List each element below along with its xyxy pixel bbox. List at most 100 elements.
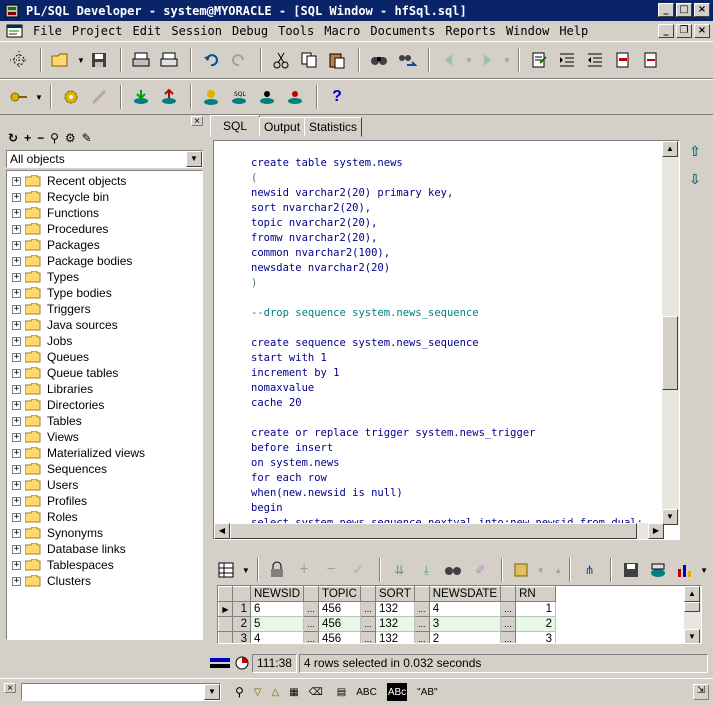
expand-icon[interactable]: + (12, 368, 21, 378)
expand-icon[interactable]: + (12, 192, 21, 202)
grid-vertical-scrollbar[interactable]: ▲ ▼ (684, 586, 701, 643)
column-header-sort[interactable]: SORT (375, 586, 415, 602)
print-preview-button[interactable] (156, 47, 182, 73)
key-icon[interactable] (6, 84, 32, 110)
chart-dropdown-icon[interactable]: ▼ (699, 566, 709, 575)
column-header-topic[interactable]: TOPIC (318, 586, 361, 602)
expand-icon[interactable]: + (12, 352, 21, 362)
execute-gear-icon[interactable] (58, 84, 84, 110)
expand-icon[interactable]: + (12, 304, 21, 314)
indent-icon[interactable] (554, 47, 580, 73)
row-indicator[interactable]: ▶ (218, 601, 233, 617)
tree-item[interactable]: + Directories (7, 397, 202, 413)
table-row[interactable]: 2 5... 456... 132... 3... 2 (218, 616, 557, 632)
expand-icon[interactable]: + (12, 240, 21, 250)
tab-sql[interactable]: SQL (210, 115, 261, 137)
add-icon[interactable]: + (24, 131, 31, 145)
cell-edit-button[interactable]: ... (413, 631, 430, 643)
findbar-options-icon[interactable]: ⇲ (693, 684, 709, 700)
row-indicator[interactable] (218, 631, 233, 643)
table-row[interactable]: ▶ 1 6... 456... 132... 4... 1 (218, 601, 557, 617)
expand-icon[interactable]: + (12, 336, 21, 346)
tree-item[interactable]: + Packages (7, 237, 202, 253)
close-button[interactable]: × (694, 3, 710, 17)
mdi-close-button[interactable]: × (694, 24, 710, 38)
mdi-restore-button[interactable]: ❐ (676, 24, 692, 38)
cell-sort[interactable]: 132 (375, 631, 415, 643)
tree-item[interactable]: + Materialized views (7, 445, 202, 461)
cell-edit-button[interactable]: ... (413, 601, 430, 617)
expand-icon[interactable]: + (12, 176, 21, 186)
find-input[interactable]: ▼ (21, 683, 221, 701)
tree-item[interactable]: + Package bodies (7, 253, 202, 269)
query-by-example-icon[interactable] (441, 557, 466, 583)
editor-vertical-scrollbar[interactable]: ▲ ▼ (662, 141, 679, 525)
arrow-up-icon[interactable]: ⇧ (686, 142, 704, 160)
menu-tools[interactable]: Tools (273, 24, 319, 38)
scroll-down-icon[interactable]: ▼ (662, 509, 678, 525)
find-previous-icon[interactable]: △ (272, 683, 280, 701)
scroll-up-icon[interactable]: ▲ (662, 141, 678, 157)
editor-hscroll-thumb[interactable] (230, 523, 637, 539)
sort-up-icon[interactable]: ▲ (554, 566, 564, 575)
tree-item[interactable]: + Jobs (7, 333, 202, 349)
unindent-icon[interactable] (582, 47, 608, 73)
database-target-icon[interactable] (282, 84, 308, 110)
table-row[interactable]: 3 4... 456... 132... 2... 3 (218, 631, 557, 643)
editor-horizontal-scrollbar[interactable]: ◀ ▶ (214, 523, 664, 539)
highlight-icon[interactable]: ▦ (289, 683, 298, 701)
filter-edit-icon[interactable]: ✎ (82, 131, 92, 145)
menu-macro[interactable]: Macro (319, 24, 365, 38)
sql-window-icon[interactable] (6, 23, 24, 39)
cell-newsid[interactable]: 4 (250, 631, 304, 643)
close-browser-icon[interactable]: × (191, 116, 203, 127)
tab-output[interactable]: Output (259, 117, 306, 137)
cell-edit-button[interactable]: ... (360, 601, 376, 617)
expand-icon[interactable]: + (12, 496, 21, 506)
match-case-toggle[interactable]: ABC (356, 683, 377, 701)
menu-file[interactable]: File (28, 24, 67, 38)
cell-rn[interactable]: 2 (515, 616, 557, 632)
rollback-icon[interactable] (156, 84, 182, 110)
sql-editor[interactable]: create table system.news (newsid varchar2… (213, 140, 680, 540)
cell-edit-button[interactable]: ... (303, 631, 319, 643)
maximize-button[interactable]: □ (676, 3, 692, 17)
save-results-icon[interactable] (618, 557, 643, 583)
tree-item[interactable]: + Queues (7, 349, 202, 365)
tree-item[interactable]: + Recent objects (7, 173, 202, 189)
sql-editor-text[interactable]: create table system.news (newsid varchar2… (214, 141, 664, 525)
last-page-icon[interactable]: ⤓ (414, 557, 439, 583)
tree-item[interactable]: + Users (7, 477, 202, 493)
open-dropdown-icon[interactable]: ▼ (76, 56, 86, 65)
insert-record-icon[interactable]: + (292, 557, 317, 583)
expand-icon[interactable]: + (12, 480, 21, 490)
splitter[interactable] (210, 545, 710, 551)
tree-item[interactable]: + Libraries (7, 381, 202, 397)
selection-only-icon[interactable]: ▤ (337, 683, 346, 701)
edit-document-icon[interactable] (526, 47, 552, 73)
tab-statistics[interactable]: Statistics (304, 117, 363, 137)
tree-item[interactable]: + Profiles (7, 493, 202, 509)
next-page-icon[interactable]: ⇊ (387, 557, 412, 583)
tree-item[interactable]: + Procedures (7, 221, 202, 237)
whole-word-toggle[interactable]: ABc (386, 683, 408, 701)
object-filter-select[interactable]: All objects ▼ (6, 150, 203, 168)
expand-icon[interactable]: + (12, 528, 21, 538)
expand-icon[interactable]: + (12, 400, 21, 410)
grid-scroll-down-icon[interactable]: ▼ (684, 629, 700, 643)
remove-icon[interactable]: − (37, 131, 44, 145)
scroll-right-icon[interactable]: ▶ (648, 523, 664, 539)
menu-window[interactable]: Window (501, 24, 554, 38)
back-icon[interactable] (436, 47, 462, 73)
expand-icon[interactable]: + (12, 576, 21, 586)
regex-toggle[interactable]: "AB" (417, 683, 437, 701)
cell-topic[interactable]: 456 (318, 616, 361, 632)
replace-icon[interactable] (394, 47, 420, 73)
lock-icon[interactable] (265, 557, 290, 583)
uncomment-icon[interactable] (638, 47, 664, 73)
cut-icon[interactable] (268, 47, 294, 73)
find-object-icon[interactable]: ⚲ (50, 131, 59, 145)
chevron-down-icon[interactable]: ▼ (204, 684, 220, 700)
redo-button[interactable] (226, 47, 252, 73)
expand-icon[interactable]: + (12, 544, 21, 554)
